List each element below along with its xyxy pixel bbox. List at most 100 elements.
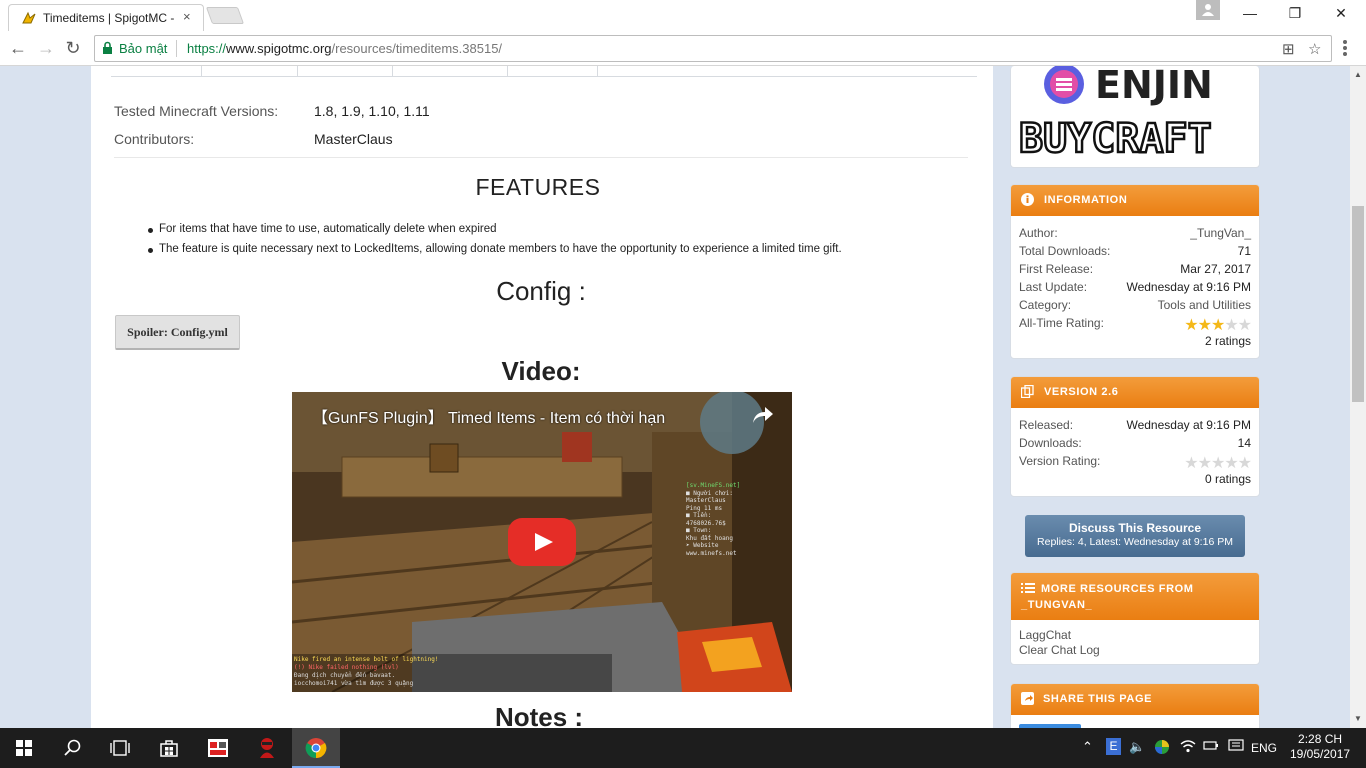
- info-icon: [1021, 193, 1034, 206]
- window-minimize-button[interactable]: —: [1227, 0, 1273, 28]
- page-scrollbar[interactable]: ▲ ▼: [1350, 66, 1366, 728]
- app-icon: [208, 739, 228, 757]
- battery-icon[interactable]: [1203, 739, 1219, 754]
- features-list: For items that have time to use, automat…: [148, 223, 842, 263]
- start-button[interactable]: [0, 728, 48, 768]
- url-text[interactable]: https://www.spigotmc.org/resources/timed…: [187, 41, 502, 56]
- user-icon: [1202, 4, 1214, 16]
- tray-app-icon[interactable]: E: [1106, 738, 1121, 755]
- discuss-subtitle: Replies: 4, Latest: Wednesday at 9:16 PM: [1037, 536, 1233, 548]
- category-link[interactable]: Tools and Utilities: [1158, 298, 1251, 312]
- more-resources-header: MORE RESOURCES FROM _TUNGVAN_: [1011, 573, 1259, 620]
- taskbar-store-app[interactable]: [145, 728, 193, 768]
- tab-close-icon[interactable]: ×: [183, 9, 191, 24]
- divider: [114, 157, 968, 158]
- system-clock[interactable]: 2:28 CH 19/05/2017: [1290, 732, 1350, 762]
- scroll-up-arrow-icon[interactable]: ▲: [1354, 70, 1362, 79]
- lock-icon: [103, 41, 112, 54]
- list-item: For items that have time to use, automat…: [148, 223, 842, 243]
- taskbar-app-2[interactable]: [243, 728, 291, 768]
- author-link[interactable]: _TungVan_: [1190, 226, 1251, 240]
- contributors-label: Contributors:: [114, 131, 195, 147]
- spigot-favicon-icon: [22, 11, 36, 24]
- battery-plug-icon: [1203, 741, 1218, 750]
- volume-icon[interactable]: 🔈: [1129, 739, 1145, 755]
- search-button[interactable]: [48, 728, 96, 768]
- window-close-button[interactable]: ✕: [1318, 0, 1364, 28]
- window-restore-button[interactable]: ❐: [1272, 0, 1318, 28]
- minecraft-chat-log: Nike fired an intense bolt of lightning!…: [292, 654, 612, 692]
- resource-tab-divider[interactable]: [201, 66, 202, 77]
- translate-icon[interactable]: ⊞: [1282, 40, 1295, 58]
- browser-tab-active[interactable]: Timeditems | SpigotMC - ×: [8, 4, 204, 31]
- list-icon: [1021, 583, 1035, 593]
- language-indicator[interactable]: ENG: [1251, 741, 1277, 755]
- clock-time: 2:28 CH: [1298, 732, 1343, 746]
- tested-versions-value: 1.8, 1.9, 1.10, 1.11: [314, 103, 430, 119]
- features-heading: FEATURES: [475, 174, 601, 200]
- minecraft-scoreboard: [sv.MineFS.net] ■ Người chơi: MasterClau…: [686, 482, 741, 557]
- resource-tab-divider[interactable]: [597, 66, 598, 77]
- more-resource-link[interactable]: LaggChat: [1011, 628, 1259, 643]
- ninja-app-icon: [260, 738, 274, 758]
- colorful-tray-icon: [1155, 740, 1169, 754]
- version-row-rating-count: 0 ratings: [1204, 472, 1251, 486]
- tested-versions-label: Tested Minecraft Versions:: [114, 103, 279, 119]
- video-title-overlay[interactable]: 【GunFS Plugin】 Timed Items - Item có thờ…: [312, 404, 665, 428]
- action-center-icon[interactable]: [1228, 739, 1244, 756]
- version-copy-icon: [1021, 385, 1034, 398]
- reload-icon[interactable]: ↻: [62, 38, 84, 60]
- version-row-rating: Version Rating: ★★★★★: [1019, 454, 1252, 472]
- resource-tab-divider[interactable]: [297, 66, 298, 77]
- taskbar-chrome-app[interactable]: [292, 728, 340, 768]
- tray-chevron-up-icon[interactable]: ⌃: [1082, 739, 1093, 755]
- address-bar[interactable]: Bảo mật https://www.spigotmc.org/resourc…: [94, 35, 1332, 62]
- wifi-icon[interactable]: [1180, 739, 1196, 756]
- task-view-icon: [110, 740, 130, 756]
- notification-icon: [1228, 739, 1244, 751]
- spoiler-config-button[interactable]: Spoiler: Config.yml: [115, 315, 240, 350]
- resource-tab-divider[interactable]: [507, 66, 508, 77]
- notes-heading: Notes :: [494, 702, 584, 728]
- tab-title: Timeditems | SpigotMC -: [43, 11, 175, 25]
- scrollbar-thumb[interactable]: [1352, 206, 1364, 402]
- info-row-rating: All-Time Rating: ★★★★★: [1019, 316, 1252, 334]
- task-view-button[interactable]: [96, 728, 144, 768]
- resource-tabs: [111, 66, 977, 77]
- new-tab-button[interactable]: [205, 7, 245, 24]
- info-row-last-update: Last Update: Wednesday at 9:16 PM: [1019, 280, 1251, 294]
- bookmark-star-icon[interactable]: ☆: [1308, 40, 1321, 58]
- url-scheme: https://: [187, 41, 227, 56]
- discuss-resource-button[interactable]: Discuss This Resource Replies: 4, Latest…: [1025, 515, 1245, 557]
- tray-color-app-icon[interactable]: [1153, 738, 1171, 759]
- browser-toolbar: ← → ↻ Bảo mật https://www.spigotmc.org/r…: [0, 31, 1366, 66]
- windows-taskbar: ⌃ E 🔈 ENG 2:28 CH 19/05/2017: [0, 728, 1366, 768]
- play-button-icon[interactable]: [508, 518, 576, 566]
- sponsor-ad-banner[interactable]: ENJIN BUYCRAFT: [1010, 66, 1260, 168]
- info-row-first-release: First Release: Mar 27, 2017: [1019, 262, 1251, 276]
- share-header: SHARE THIS PAGE: [1011, 684, 1259, 715]
- clock-date: 19/05/2017: [1290, 747, 1351, 761]
- forward-arrow-icon[interactable]: →: [35, 38, 57, 60]
- more-resources-title-2: _TUNGVAN_: [1021, 599, 1093, 611]
- version-row-released: Released: Wednesday at 9:16 PM: [1019, 418, 1251, 432]
- ad-buycraft-text: BUYCRAFT: [1019, 116, 1212, 162]
- config-heading: Config :: [496, 276, 586, 306]
- back-arrow-icon[interactable]: ←: [7, 38, 29, 60]
- more-resource-link[interactable]: Clear Chat Log: [1011, 643, 1259, 658]
- share-title: SHARE THIS PAGE: [1043, 693, 1153, 705]
- info-row-category: Category: Tools and Utilities: [1019, 298, 1251, 312]
- user-profile-button[interactable]: [1196, 0, 1220, 20]
- youtube-video-embed[interactable]: 【GunFS Plugin】 Timed Items - Item có thờ…: [292, 392, 792, 692]
- info-row-rating-count: 2 ratings: [1204, 334, 1251, 348]
- share-icon: [1021, 692, 1034, 705]
- resource-tab-divider[interactable]: [392, 66, 393, 77]
- taskbar-app-1[interactable]: [194, 728, 242, 768]
- url-path: /resources/timeditems.38515/: [331, 41, 503, 56]
- chrome-menu-icon[interactable]: [1343, 40, 1347, 58]
- share-arrow-icon[interactable]: [752, 406, 774, 424]
- url-host: www.spigotmc.org: [226, 41, 332, 56]
- scroll-down-arrow-icon[interactable]: ▼: [1354, 714, 1362, 723]
- share-panel: SHARE THIS PAGE: [1010, 683, 1260, 728]
- info-row-author: Author: _TungVan_: [1019, 226, 1251, 240]
